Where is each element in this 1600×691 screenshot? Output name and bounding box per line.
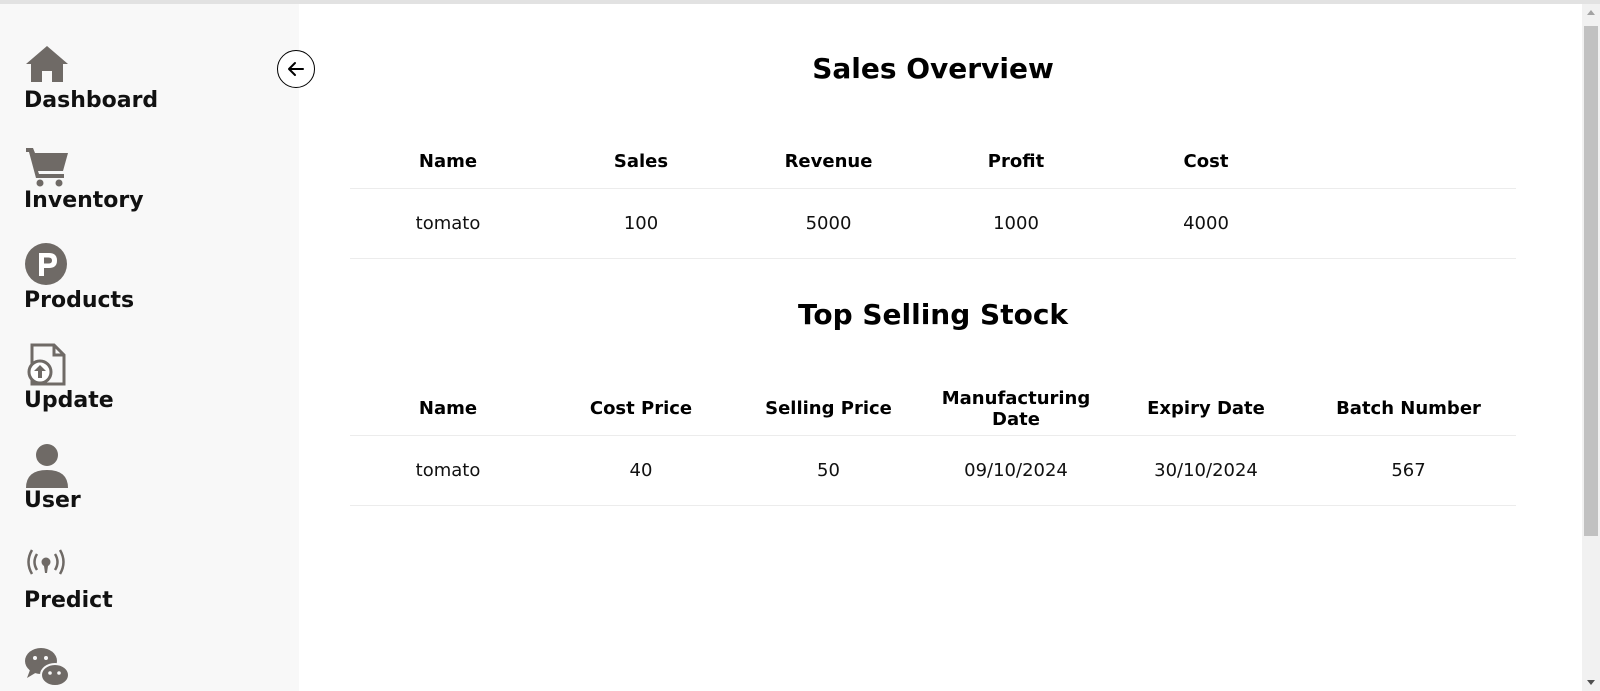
column-header: Name [350, 136, 546, 189]
table-cell: 100 [546, 188, 736, 259]
sidebar-item-label: Update [24, 388, 114, 413]
column-header: Revenue [736, 136, 921, 189]
table-cell: tomato [350, 188, 546, 259]
table-header-row: Name Cost Price Selling Price Manufactur… [350, 383, 1516, 436]
sidebar-item-chat[interactable] [24, 646, 70, 691]
top-selling-stock-title: Top Selling Stock [797, 298, 1069, 331]
column-header: Sales [546, 136, 736, 189]
table-cell: 40 [546, 435, 736, 506]
scroll-down-arrow-icon[interactable] [1587, 680, 1595, 685]
sidebar-item-update[interactable]: Update [24, 342, 114, 414]
table-cell: 5000 [736, 188, 921, 259]
arrow-left-icon [285, 58, 307, 80]
sales-overview-title: Sales Overview [812, 52, 1054, 85]
sidebar-item-predict[interactable]: Predict [24, 542, 113, 614]
table-cell: 4000 [1111, 188, 1301, 259]
sales-overview-table: Name Sales Revenue Profit Cost tomato 10… [350, 136, 1516, 259]
column-header: Name [350, 383, 546, 436]
chat-icon [24, 646, 70, 691]
scroll-up-arrow-icon[interactable] [1587, 10, 1595, 15]
broadcast-icon [24, 542, 70, 588]
table-cell: 1000 [921, 188, 1111, 259]
column-header: Cost Price [546, 383, 736, 436]
vertical-scrollbar[interactable] [1582, 4, 1600, 691]
sidebar-item-label: Inventory [24, 188, 144, 213]
column-header: Cost [1111, 136, 1301, 189]
top-selling-stock-table: Name Cost Price Selling Price Manufactur… [350, 383, 1516, 506]
sidebar: Dashboard Inventory Products Update User… [0, 4, 299, 691]
column-header: Manufacturing Date [921, 383, 1111, 436]
column-header: Expiry Date [1111, 383, 1301, 436]
sidebar-item-label: Predict [24, 588, 113, 613]
table-cell: 567 [1301, 435, 1516, 506]
table-cell: 09/10/2024 [921, 435, 1111, 506]
sidebar-item-label: User [24, 488, 81, 513]
user-icon [24, 442, 70, 488]
table-row: tomato 100 5000 1000 4000 [350, 188, 1516, 259]
table-row: tomato 40 50 09/10/2024 30/10/2024 567 [350, 435, 1516, 506]
product-p-icon [24, 242, 70, 288]
sidebar-collapse-button[interactable] [277, 50, 315, 88]
column-header: Profit [921, 136, 1111, 189]
table-cell: 50 [736, 435, 921, 506]
scrollbar-thumb[interactable] [1584, 26, 1598, 536]
sidebar-item-dashboard[interactable]: Dashboard [24, 42, 158, 114]
column-header: Batch Number [1301, 383, 1516, 436]
table-cell: 30/10/2024 [1111, 435, 1301, 506]
sidebar-item-user[interactable]: User [24, 442, 81, 514]
table-cell [1301, 188, 1516, 259]
sidebar-item-inventory[interactable]: Inventory [24, 142, 144, 214]
sidebar-item-label: Products [24, 288, 135, 313]
sidebar-item-label: Dashboard [24, 88, 159, 113]
table-cell: tomato [350, 435, 546, 506]
column-header: Selling Price [736, 383, 921, 436]
table-header-row: Name Sales Revenue Profit Cost [350, 136, 1516, 189]
sidebar-item-products[interactable]: Products [24, 242, 134, 314]
main-content: Sales Overview Name Sales Revenue Profit… [350, 4, 1516, 691]
column-header [1301, 136, 1516, 189]
file-upload-icon [24, 342, 70, 388]
home-icon [24, 42, 70, 88]
cart-icon [24, 142, 70, 188]
